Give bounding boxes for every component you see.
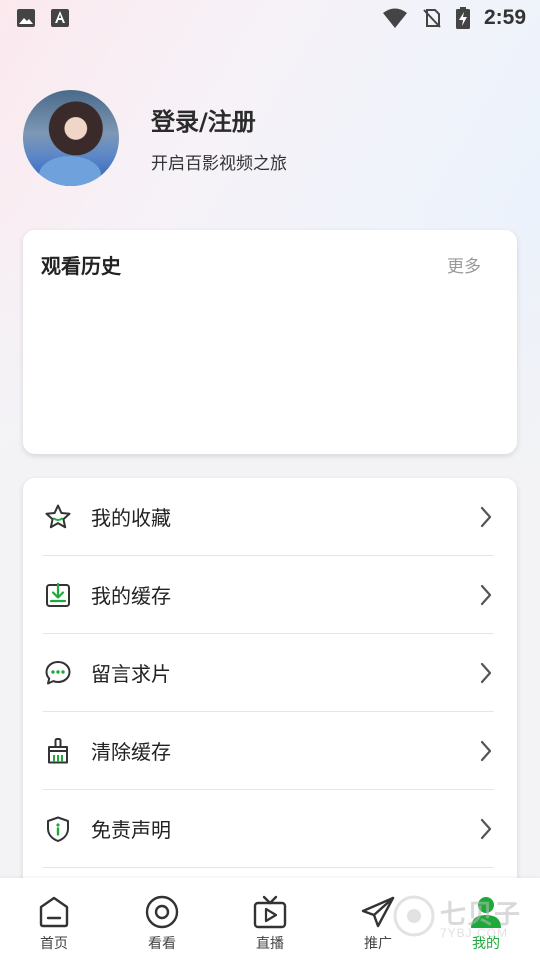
chevron-right-icon	[480, 584, 492, 605]
tv-icon	[253, 895, 287, 929]
wifi-icon	[382, 8, 407, 28]
shield-icon	[43, 814, 73, 844]
download-icon	[43, 580, 73, 610]
tab-label: 直播	[256, 936, 284, 952]
tab-mine[interactable]: 我的	[432, 878, 540, 960]
status-bar: 2:59	[0, 0, 540, 36]
menu-item-favorites[interactable]: 我的收藏	[43, 478, 494, 556]
menu-item-disclaimer[interactable]: 免责声明	[43, 790, 494, 868]
paper-plane-icon	[361, 896, 395, 928]
image-icon	[17, 9, 35, 27]
tab-label: 我的	[472, 936, 500, 952]
battery-charging-icon	[455, 7, 470, 29]
menu-label: 免责声明	[91, 818, 171, 842]
tab-label: 看看	[148, 936, 176, 952]
menu-label: 我的收藏	[91, 506, 171, 530]
text-a-icon	[51, 9, 69, 27]
star-icon	[43, 502, 73, 532]
profile-header[interactable]: 登录/注册 开启百影视频之旅	[23, 90, 287, 186]
menu-item-request-movie[interactable]: 留言求片	[43, 634, 494, 712]
tab-live[interactable]: 直播	[216, 878, 324, 960]
home-icon	[39, 896, 69, 928]
broom-icon	[43, 736, 73, 766]
login-register-link[interactable]: 登录/注册	[151, 102, 287, 137]
chevron-right-icon	[480, 662, 492, 683]
tab-label: 首页	[40, 936, 68, 952]
chevron-right-icon	[480, 740, 492, 761]
menu-item-clear-cache[interactable]: 清除缓存	[43, 712, 494, 790]
tab-watch[interactable]: 看看	[108, 878, 216, 960]
no-sim-icon	[423, 9, 441, 28]
user-icon	[471, 897, 501, 928]
watch-history-card: 观看历史 更多	[23, 230, 517, 454]
menu-label: 我的缓存	[91, 584, 171, 608]
profile-subtitle: 开启百影视频之旅	[151, 154, 287, 174]
tab-label: 推广	[364, 936, 392, 952]
watch-history-title: 观看历史	[41, 254, 121, 278]
tab-promote[interactable]: 推广	[324, 878, 432, 960]
chat-icon	[43, 658, 73, 688]
avatar[interactable]	[23, 90, 119, 186]
menu-label: 清除缓存	[91, 740, 171, 764]
menu-item-cache[interactable]: 我的缓存	[43, 556, 494, 634]
bottom-tab-bar: 首页 看看 直播 推广 我的	[0, 878, 540, 960]
chevron-right-icon	[480, 818, 492, 839]
chevron-right-icon	[480, 506, 492, 527]
status-time: 2:59	[483, 6, 526, 29]
tab-home[interactable]: 首页	[0, 878, 108, 960]
target-icon	[145, 895, 179, 929]
more-link[interactable]: 更多	[447, 252, 481, 277]
menu-label: 留言求片	[91, 662, 171, 686]
menu-card: 我的收藏 我的缓存 留言求片 清除缓存 免责声明	[23, 478, 517, 898]
